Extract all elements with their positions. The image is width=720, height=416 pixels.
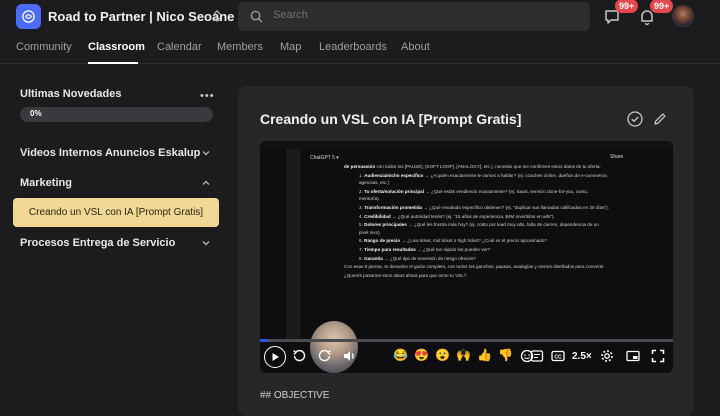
- video-app-sidebar: [286, 149, 300, 339]
- reaction-wow-icon[interactable]: 😮: [435, 348, 450, 362]
- video-seek-fill: [260, 339, 269, 342]
- video-menu-bar: [260, 141, 673, 149]
- captions-icon[interactable]: CC: [551, 349, 565, 363]
- video-share-label: Share: [610, 154, 624, 160]
- top-bar: Road to Partner | Nico Seoane 99+ 99+: [0, 0, 720, 34]
- reaction-raise-hands-icon[interactable]: 🙌: [456, 348, 471, 362]
- search-bar[interactable]: [238, 2, 590, 31]
- picture-in-picture-icon[interactable]: [626, 349, 640, 363]
- mark-complete-icon[interactable]: [627, 111, 643, 127]
- lesson-title: Creando un VSL con IA [Prompt Gratis]: [260, 111, 522, 127]
- fullscreen-icon[interactable]: [651, 349, 665, 363]
- chat-badge: 99+: [615, 0, 639, 13]
- rewind-icon[interactable]: [292, 349, 306, 363]
- brain-icon: [22, 10, 35, 23]
- reaction-thumbs-up-icon[interactable]: 👍: [477, 348, 492, 362]
- chevron-down-icon[interactable]: [201, 148, 211, 158]
- course-progress-label: 0%: [30, 109, 42, 118]
- video-list-item: 1. Audiencia/nicho específico → ¿A quién…: [359, 172, 608, 186]
- lesson-card: Creando un VSL con IA [Prompt Gratis] Ch…: [238, 86, 694, 416]
- video-list-item: 6. Rango de precio → ¿Low ticket, mid ti…: [359, 238, 547, 244]
- tab-calendar[interactable]: Calendar: [157, 41, 202, 53]
- reaction-laugh-icon[interactable]: 😂: [393, 348, 408, 362]
- video-seek-bar[interactable]: [260, 339, 673, 342]
- chevron-up-icon[interactable]: [201, 178, 211, 188]
- reaction-thumbs-down-icon[interactable]: 👎: [498, 348, 513, 362]
- play-icon: [272, 353, 279, 361]
- video-controls: 😂 😍 😮 🙌 👍 👎 CC 2.5×: [260, 339, 673, 373]
- settings-gear-icon[interactable]: [600, 349, 614, 363]
- more-options-icon[interactable]: •••: [200, 90, 215, 102]
- tab-leaderboards[interactable]: Leaderboards: [319, 41, 387, 53]
- video-outro: Con esas 8 piezas, te devuelvo el guión …: [344, 264, 605, 270]
- nav-tabs: Community Classroom Calendar Members Map…: [0, 34, 720, 64]
- tab-classroom[interactable]: Classroom: [88, 41, 145, 53]
- video-chat-content: de persuasión con todos los [PAUSE], [SO…: [344, 163, 609, 280]
- video-intro: de persuasión con todos los [PAUSE], [SO…: [344, 164, 601, 169]
- lesson-item-active[interactable]: Creando un VSL con IA [Prompt Gratis]: [13, 198, 219, 227]
- chevron-down-icon[interactable]: [201, 238, 211, 248]
- course-title: Ultimas Novedades: [20, 88, 122, 100]
- search-input[interactable]: [273, 9, 573, 21]
- edit-icon[interactable]: [653, 112, 667, 126]
- notifications-badge: 99+: [650, 0, 674, 13]
- search-icon: [250, 10, 263, 23]
- tab-map[interactable]: Map: [280, 41, 301, 53]
- course-progress-bar: 0%: [20, 107, 213, 122]
- video-list-item: 5. Dolores principales → ¿Qué les frustr…: [359, 222, 599, 235]
- group-name[interactable]: Road to Partner | Nico Seoane: [48, 9, 234, 24]
- video-list-item: 3. Transformación prometida → ¿Qué resul…: [359, 204, 609, 210]
- group-logo[interactable]: [16, 4, 41, 29]
- playback-speed-button[interactable]: 2.5×: [572, 351, 592, 362]
- section-title-procesos[interactable]: Procesos Entrega de Servicio: [20, 237, 175, 249]
- video-list-item: 4. Credibilidad → ¿Qué autoridad tenés? …: [359, 213, 555, 219]
- video-list-item: 7. Tiempo para resultados → ¿Qué tan ráp…: [359, 246, 491, 252]
- lesson-item-label: Creando un VSL con IA [Prompt Gratis]: [28, 207, 204, 218]
- user-avatar[interactable]: [672, 5, 694, 27]
- video-list-item: 2. Tu oferta/solución principal → ¿Qué e…: [359, 188, 589, 202]
- section-title-marketing[interactable]: Marketing: [20, 177, 72, 189]
- video-player[interactable]: ChatGPT 5 ▾ Share de persuasión con todo…: [260, 141, 673, 373]
- video-list-item: 8. Garantía → ¿Qué tipo de reversión de …: [359, 255, 476, 261]
- tab-community[interactable]: Community: [16, 41, 72, 53]
- forward-icon[interactable]: [318, 349, 332, 363]
- lesson-objective-heading: ## OBJECTIVE: [260, 390, 330, 401]
- section-title-videos-internos[interactable]: Videos Internos Anuncios Eskalup: [20, 147, 200, 159]
- svg-text:CC: CC: [554, 354, 562, 360]
- tab-members[interactable]: Members: [217, 41, 263, 53]
- group-switcher-icon[interactable]: [211, 9, 223, 23]
- transcript-icon[interactable]: [530, 349, 544, 363]
- video-question: ¿Querés pasarme esos datos ahora para qu…: [344, 272, 467, 278]
- play-button[interactable]: [264, 346, 286, 368]
- reaction-love-icon[interactable]: 😍: [414, 348, 429, 362]
- active-tab-indicator: [88, 62, 138, 64]
- volume-icon[interactable]: [342, 349, 356, 363]
- tab-about[interactable]: About: [401, 41, 430, 53]
- video-app-title: ChatGPT 5 ▾: [310, 155, 339, 161]
